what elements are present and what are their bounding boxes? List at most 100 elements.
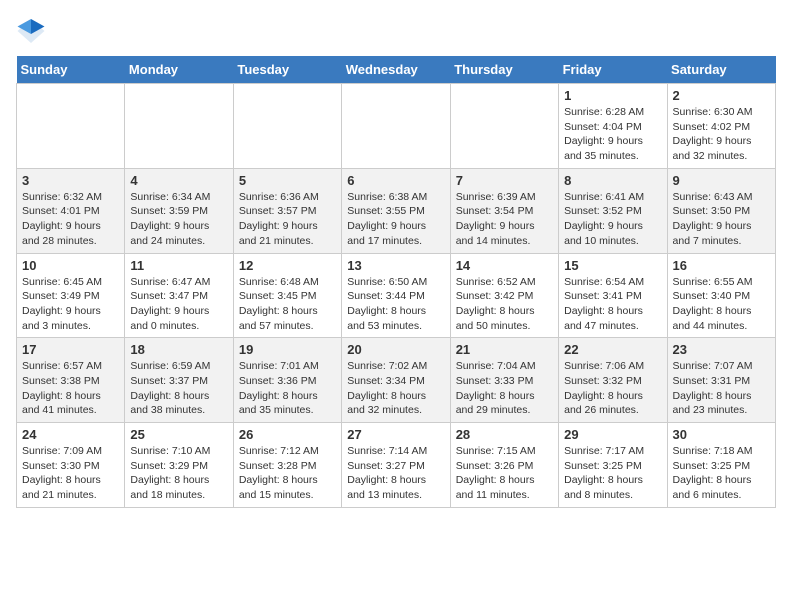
day-info: Sunrise: 7:09 AM Sunset: 3:30 PM Dayligh… bbox=[22, 444, 119, 503]
day-cell: 28 Sunrise: 7:15 AM Sunset: 3:26 PM Dayli… bbox=[450, 423, 558, 508]
day-info: Sunrise: 7:14 AM Sunset: 3:27 PM Dayligh… bbox=[347, 444, 444, 503]
day-cell: 17Sunrise: 6:57 AM Sunset: 3:38 PM Dayli… bbox=[17, 338, 125, 423]
day-cell: 5 Sunrise: 6:36 AM Sunset: 3:57 PM Daylig… bbox=[233, 168, 341, 253]
day-info: Sunrise: 6:57 AM Sunset: 3:38 PM Dayligh… bbox=[22, 359, 119, 418]
day-info: Sunrise: 6:55 AM Sunset: 3:40 PM Dayligh… bbox=[673, 275, 770, 334]
day-cell: 13 Sunrise: 6:50 AM Sunset: 3:44 PM Dayli… bbox=[342, 253, 450, 338]
day-info: Sunrise: 7:04 AM Sunset: 3:33 PM Dayligh… bbox=[456, 359, 553, 418]
col-header-monday: Monday bbox=[125, 56, 233, 84]
day-number: 23 bbox=[673, 342, 770, 357]
day-cell: 20 Sunrise: 7:02 AM Sunset: 3:34 PM Dayli… bbox=[342, 338, 450, 423]
day-number: 15 bbox=[564, 258, 661, 273]
col-header-friday: Friday bbox=[559, 56, 667, 84]
day-info: Sunrise: 7:17 AM Sunset: 3:25 PM Dayligh… bbox=[564, 444, 661, 503]
day-cell: 25 Sunrise: 7:10 AM Sunset: 3:29 PM Dayli… bbox=[125, 423, 233, 508]
day-info: Sunrise: 7:15 AM Sunset: 3:26 PM Dayligh… bbox=[456, 444, 553, 503]
day-number: 3 bbox=[22, 173, 119, 188]
day-cell: 4 Sunrise: 6:34 AM Sunset: 3:59 PM Daylig… bbox=[125, 168, 233, 253]
day-info: Sunrise: 6:39 AM Sunset: 3:54 PM Dayligh… bbox=[456, 190, 553, 249]
day-cell: 16 Sunrise: 6:55 AM Sunset: 3:40 PM Dayli… bbox=[667, 253, 775, 338]
day-number: 26 bbox=[239, 427, 336, 442]
day-number: 21 bbox=[456, 342, 553, 357]
day-info: Sunrise: 7:10 AM Sunset: 3:29 PM Dayligh… bbox=[130, 444, 227, 503]
day-cell: 30Sunrise: 7:18 AM Sunset: 3:25 PM Dayli… bbox=[667, 423, 775, 508]
day-number: 29 bbox=[564, 427, 661, 442]
logo-icon bbox=[16, 16, 46, 46]
day-number: 5 bbox=[239, 173, 336, 188]
col-header-thursday: Thursday bbox=[450, 56, 558, 84]
calendar-table: SundayMondayTuesdayWednesdayThursdayFrid… bbox=[16, 56, 776, 508]
day-cell bbox=[233, 84, 341, 169]
day-info: Sunrise: 6:32 AM Sunset: 4:01 PM Dayligh… bbox=[22, 190, 119, 249]
day-cell bbox=[17, 84, 125, 169]
day-info: Sunrise: 6:30 AM Sunset: 4:02 PM Dayligh… bbox=[673, 105, 770, 164]
day-info: Sunrise: 6:54 AM Sunset: 3:41 PM Dayligh… bbox=[564, 275, 661, 334]
day-number: 2 bbox=[673, 88, 770, 103]
day-cell bbox=[125, 84, 233, 169]
day-info: Sunrise: 7:06 AM Sunset: 3:32 PM Dayligh… bbox=[564, 359, 661, 418]
day-cell bbox=[342, 84, 450, 169]
day-cell: 15 Sunrise: 6:54 AM Sunset: 3:41 PM Dayli… bbox=[559, 253, 667, 338]
day-info: Sunrise: 7:18 AM Sunset: 3:25 PM Dayligh… bbox=[673, 444, 770, 503]
day-cell: 14 Sunrise: 6:52 AM Sunset: 3:42 PM Dayli… bbox=[450, 253, 558, 338]
week-row-1: 1 Sunrise: 6:28 AM Sunset: 4:04 PM Daylig… bbox=[17, 84, 776, 169]
day-cell: 19 Sunrise: 7:01 AM Sunset: 3:36 PM Dayli… bbox=[233, 338, 341, 423]
day-number: 28 bbox=[456, 427, 553, 442]
day-info: Sunrise: 6:50 AM Sunset: 3:44 PM Dayligh… bbox=[347, 275, 444, 334]
day-number: 4 bbox=[130, 173, 227, 188]
day-cell: 1 Sunrise: 6:28 AM Sunset: 4:04 PM Daylig… bbox=[559, 84, 667, 169]
day-cell: 27Sunrise: 7:14 AM Sunset: 3:27 PM Dayli… bbox=[342, 423, 450, 508]
day-info: Sunrise: 7:07 AM Sunset: 3:31 PM Dayligh… bbox=[673, 359, 770, 418]
day-info: Sunrise: 7:02 AM Sunset: 3:34 PM Dayligh… bbox=[347, 359, 444, 418]
day-info: Sunrise: 7:01 AM Sunset: 3:36 PM Dayligh… bbox=[239, 359, 336, 418]
day-info: Sunrise: 6:52 AM Sunset: 3:42 PM Dayligh… bbox=[456, 275, 553, 334]
day-info: Sunrise: 6:45 AM Sunset: 3:49 PM Dayligh… bbox=[22, 275, 119, 334]
day-number: 22 bbox=[564, 342, 661, 357]
week-row-4: 17Sunrise: 6:57 AM Sunset: 3:38 PM Dayli… bbox=[17, 338, 776, 423]
day-cell: 2 Sunrise: 6:30 AM Sunset: 4:02 PM Daylig… bbox=[667, 84, 775, 169]
day-number: 24 bbox=[22, 427, 119, 442]
week-row-2: 3 Sunrise: 6:32 AM Sunset: 4:01 PM Daylig… bbox=[17, 168, 776, 253]
col-header-wednesday: Wednesday bbox=[342, 56, 450, 84]
day-number: 13 bbox=[347, 258, 444, 273]
day-number: 8 bbox=[564, 173, 661, 188]
day-info: Sunrise: 6:28 AM Sunset: 4:04 PM Dayligh… bbox=[564, 105, 661, 164]
day-cell: 24 Sunrise: 7:09 AM Sunset: 3:30 PM Dayli… bbox=[17, 423, 125, 508]
day-number: 14 bbox=[456, 258, 553, 273]
day-number: 25 bbox=[130, 427, 227, 442]
day-info: Sunrise: 6:47 AM Sunset: 3:47 PM Dayligh… bbox=[130, 275, 227, 334]
day-info: Sunrise: 6:34 AM Sunset: 3:59 PM Dayligh… bbox=[130, 190, 227, 249]
day-info: Sunrise: 6:59 AM Sunset: 3:37 PM Dayligh… bbox=[130, 359, 227, 418]
day-cell: 23 Sunrise: 7:07 AM Sunset: 3:31 PM Dayli… bbox=[667, 338, 775, 423]
page-header bbox=[16, 16, 776, 46]
week-row-5: 24 Sunrise: 7:09 AM Sunset: 3:30 PM Dayli… bbox=[17, 423, 776, 508]
day-cell: 9 Sunrise: 6:43 AM Sunset: 3:50 PM Daylig… bbox=[667, 168, 775, 253]
col-header-saturday: Saturday bbox=[667, 56, 775, 84]
day-cell: 21 Sunrise: 7:04 AM Sunset: 3:33 PM Dayli… bbox=[450, 338, 558, 423]
day-number: 9 bbox=[673, 173, 770, 188]
day-cell: 26Sunrise: 7:12 AM Sunset: 3:28 PM Dayli… bbox=[233, 423, 341, 508]
day-cell bbox=[450, 84, 558, 169]
week-row-3: 10Sunrise: 6:45 AM Sunset: 3:49 PM Dayli… bbox=[17, 253, 776, 338]
day-cell: 7 Sunrise: 6:39 AM Sunset: 3:54 PM Daylig… bbox=[450, 168, 558, 253]
day-cell: 29 Sunrise: 7:17 AM Sunset: 3:25 PM Dayli… bbox=[559, 423, 667, 508]
day-number: 11 bbox=[130, 258, 227, 273]
day-number: 1 bbox=[564, 88, 661, 103]
day-info: Sunrise: 6:36 AM Sunset: 3:57 PM Dayligh… bbox=[239, 190, 336, 249]
day-cell: 10Sunrise: 6:45 AM Sunset: 3:49 PM Dayli… bbox=[17, 253, 125, 338]
day-number: 18 bbox=[130, 342, 227, 357]
day-number: 20 bbox=[347, 342, 444, 357]
day-cell: 3 Sunrise: 6:32 AM Sunset: 4:01 PM Daylig… bbox=[17, 168, 125, 253]
logo bbox=[16, 16, 50, 46]
day-cell: 6Sunrise: 6:38 AM Sunset: 3:55 PM Daylig… bbox=[342, 168, 450, 253]
day-number: 16 bbox=[673, 258, 770, 273]
day-cell: 11 Sunrise: 6:47 AM Sunset: 3:47 PM Dayli… bbox=[125, 253, 233, 338]
day-cell: 12Sunrise: 6:48 AM Sunset: 3:45 PM Dayli… bbox=[233, 253, 341, 338]
day-cell: 22 Sunrise: 7:06 AM Sunset: 3:32 PM Dayli… bbox=[559, 338, 667, 423]
day-info: Sunrise: 6:41 AM Sunset: 3:52 PM Dayligh… bbox=[564, 190, 661, 249]
day-info: Sunrise: 6:43 AM Sunset: 3:50 PM Dayligh… bbox=[673, 190, 770, 249]
day-number: 6 bbox=[347, 173, 444, 188]
day-number: 7 bbox=[456, 173, 553, 188]
day-number: 19 bbox=[239, 342, 336, 357]
calendar-header-row: SundayMondayTuesdayWednesdayThursdayFrid… bbox=[17, 56, 776, 84]
